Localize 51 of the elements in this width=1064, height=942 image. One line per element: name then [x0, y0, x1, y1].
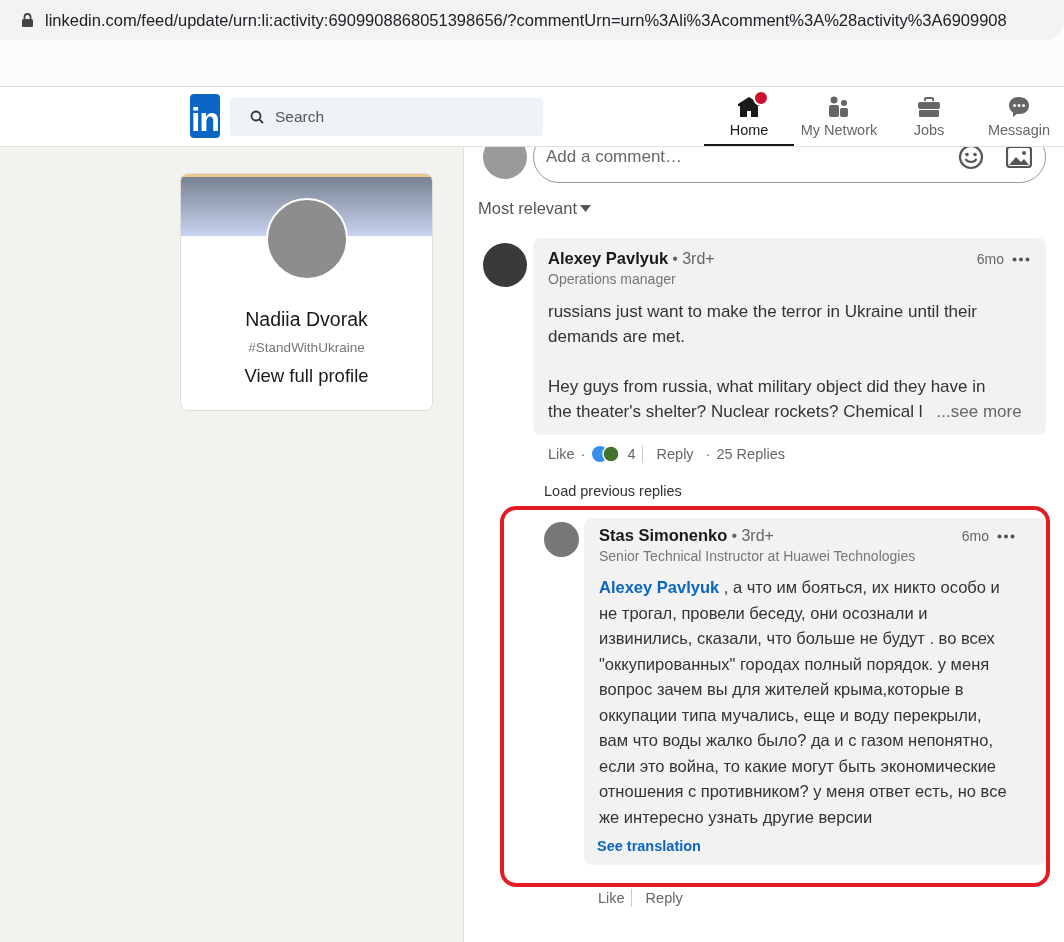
address-bar[interactable]: linkedin.com/feed/update/urn:li:activity:6909908868051398656/?commentUrn=urn%3Ali%3Acomment%3A%28activity%3A6909908	[0, 0, 1064, 40]
view-profile-link[interactable]: View full profile	[244, 365, 369, 387]
author-name[interactable]: Alexey Pavlyuk	[548, 249, 669, 268]
comment-text: Hey guys from russia, what military object did they have in	[548, 376, 986, 398]
more-icon[interactable]	[1012, 256, 1030, 262]
search-icon	[250, 109, 264, 124]
timestamp: 6mo	[961, 528, 989, 544]
comment-field[interactable]: Add a comment…	[533, 147, 1046, 183]
see-more-link[interactable]: ...see more	[936, 399, 1022, 424]
reactions-icon	[591, 445, 622, 463]
emoji-icon[interactable]	[958, 147, 984, 170]
load-replies-link[interactable]: Load previous replies	[544, 483, 682, 499]
reply-button[interactable]: Reply	[645, 890, 683, 906]
like-button[interactable]: Like	[548, 446, 575, 462]
avatar	[483, 243, 527, 287]
nav-item[interactable]: Messagin	[974, 87, 1064, 146]
author-headline: Senior Technical Instructor at Huawei Technologies	[599, 548, 917, 564]
connection-degree: • 3rd+	[672, 250, 715, 268]
image-icon[interactable]	[1006, 147, 1032, 168]
reply-text: Alexey Pavlyuk , а что им бояться, их никто особо и не трогал, провели беседу, они осознали и извинились, сказали, что больше не будут . во всех "оккупированных" городах полный порядок. у меня вопрос зачем вы для жителей крыма,которые в оккупации типа мучались, еще и воду перекрыли, вам что воды жалко было? да и с газом непонятно, если это война, то какие могут быть экономические отношения с противником? у меня ответ есть, но все же интересно узнать другие версии	[599, 577, 1008, 828]
reaction-count: 4	[627, 446, 636, 462]
connection-degree: • 3rd+	[731, 527, 774, 545]
logo[interactable]: in	[190, 93, 220, 138]
nav-item[interactable]: Jobs	[884, 87, 974, 146]
lock-icon	[22, 13, 33, 27]
people-icon	[827, 95, 851, 119]
chat-icon	[1007, 95, 1031, 119]
timestamp: 6mo	[976, 251, 1004, 267]
see-translation-link[interactable]: See translation	[597, 838, 701, 854]
separator-dot: ·	[705, 446, 711, 462]
search-field[interactable]: Search	[230, 97, 543, 136]
replies-count[interactable]: 25 Replies	[716, 446, 785, 462]
separator-dot: ·	[580, 446, 586, 462]
home-icon	[737, 95, 761, 119]
more-icon[interactable]	[997, 533, 1015, 539]
profile-name: Nadiia Dvorak	[245, 308, 368, 331]
comment-text: the theater's shelter? Nuclear rockets? Chemical l	[548, 401, 923, 423]
nav-item[interactable]: My Network	[794, 87, 884, 146]
briefcase-icon	[917, 95, 941, 119]
like-button[interactable]: Like	[598, 890, 625, 906]
author-headline: Operations manager	[548, 271, 677, 287]
reply-button[interactable]: Reply	[656, 446, 694, 462]
profile-headline: #StandWithUkraine	[248, 340, 365, 355]
caret-icon	[580, 205, 592, 212]
avatar	[483, 147, 527, 179]
comment-text: russians just want to make the terror in Ukraine until their demands are met.	[548, 301, 978, 348]
mention-link[interactable]: Alexey Pavlyuk	[599, 578, 720, 596]
sort-dropdown[interactable]: Most relevant	[478, 199, 592, 218]
author-name[interactable]: Stas Simonenko	[599, 526, 728, 545]
avatar	[544, 522, 579, 557]
url-text: linkedin.com/feed/update/urn:li:activity:6909908868051398656/?commentUrn=urn%3Ali%3Acomment%3A%28activity%3A6909908	[45, 10, 1007, 30]
